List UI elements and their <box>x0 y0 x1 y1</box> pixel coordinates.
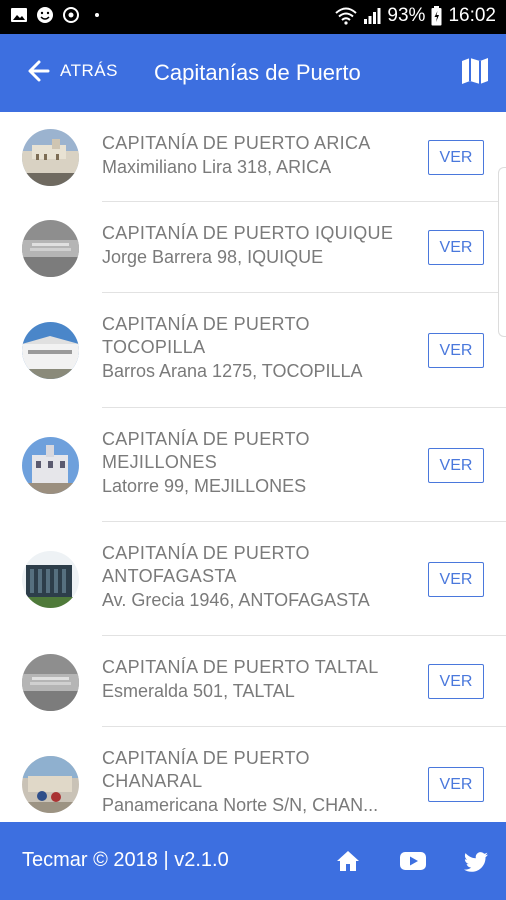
dot-icon <box>95 13 99 17</box>
item-text: CAPITANÍA DE PUERTO TALTAL Esmeralda 501… <box>102 656 412 703</box>
item-title: CAPITANÍA DE PUERTO CHANARAL <box>102 748 310 791</box>
item-address: Av. Grecia 1946, ANTOFAGASTA <box>102 590 370 610</box>
ver-button[interactable]: VER <box>428 767 484 802</box>
port-photo <box>22 322 79 379</box>
item-title: CAPITANÍA DE PUERTO ANTOFAGASTA <box>102 543 310 586</box>
item-address: Jorge Barrera 98, IQUIQUE <box>102 247 324 267</box>
port-photo <box>22 220 79 277</box>
notification-icons <box>10 6 106 24</box>
ver-button[interactable]: VER <box>428 448 484 483</box>
ver-button[interactable]: VER <box>428 664 484 699</box>
item-title: CAPITANÍA DE PUERTO MEJILLONES <box>102 429 310 472</box>
item-address: Panamericana Norte S/N, CHAN... <box>102 795 379 815</box>
item-text: CAPITANÍA DE PUERTO IQUIQUE Jorge Barrer… <box>102 222 412 269</box>
port-photo <box>22 129 79 186</box>
ver-button[interactable]: VER <box>428 140 484 175</box>
list-item[interactable]: CAPITANÍA DE PUERTO MEJILLONES Latorre 9… <box>0 408 506 522</box>
list-item[interactable]: CAPITANÍA DE PUERTO ARICA Maximiliano Li… <box>0 112 506 202</box>
image-icon <box>11 8 27 22</box>
item-title: CAPITANÍA DE PUERTO ARICA <box>102 133 371 153</box>
item-address: Maximiliano Lira 318, ARICA <box>102 157 332 177</box>
home-icon[interactable] <box>333 846 363 876</box>
status-bar: 93% 16:02 <box>0 0 506 34</box>
item-address: Esmeralda 501, TALTAL <box>102 681 295 701</box>
ver-button[interactable]: VER <box>428 562 484 597</box>
item-text: CAPITANÍA DE PUERTO CHANARAL Panamerican… <box>102 747 412 817</box>
port-list: CAPITANÍA DE PUERTO ARICA Maximiliano Li… <box>0 112 506 822</box>
list-item[interactable]: CAPITANÍA DE PUERTO CHANARAL Panamerican… <box>0 727 506 822</box>
port-photo <box>22 437 79 494</box>
twitter-icon[interactable] <box>461 846 491 876</box>
list-item[interactable]: CAPITANÍA DE PUERTO IQUIQUE Jorge Barrer… <box>0 202 506 293</box>
item-text: CAPITANÍA DE PUERTO ARICA Maximiliano Li… <box>102 132 412 179</box>
list-item[interactable]: CAPITANÍA DE PUERTO ANTOFAGASTA Av. Grec… <box>0 522 506 636</box>
port-photo <box>22 551 79 608</box>
youtube-icon[interactable] <box>398 846 428 876</box>
back-label: ATRÁS <box>60 61 118 80</box>
signal-icon <box>364 8 381 24</box>
ver-button[interactable]: VER <box>428 333 484 368</box>
footer: Tecmar © 2018 | v2.1.0 <box>0 822 506 900</box>
item-text: CAPITANÍA DE PUERTO MEJILLONES Latorre 9… <box>102 428 412 498</box>
app-bar: ATRÁS Capitanías de Puerto <box>0 34 506 112</box>
arrow-left-icon <box>28 60 50 82</box>
item-title: CAPITANÍA DE PUERTO IQUIQUE <box>102 223 394 243</box>
item-title: CAPITANÍA DE PUERTO TOCOPILLA <box>102 314 310 357</box>
status-right: 93% 16:02 <box>335 5 496 27</box>
item-text: CAPITANÍA DE PUERTO TOCOPILLA Barros Ara… <box>102 313 412 383</box>
item-title: CAPITANÍA DE PUERTO TALTAL <box>102 657 379 677</box>
wifi-icon <box>335 7 358 25</box>
list-item[interactable]: CAPITANÍA DE PUERTO TALTAL Esmeralda 501… <box>0 636 506 727</box>
face-icon <box>37 7 53 23</box>
sync-icon <box>63 7 79 23</box>
battery-percent: 93% <box>387 5 426 26</box>
item-text: CAPITANÍA DE PUERTO ANTOFAGASTA Av. Grec… <box>102 542 412 612</box>
port-photo <box>22 756 79 813</box>
footer-copyright: Tecmar © 2018 | v2.1.0 <box>22 849 229 871</box>
battery-icon <box>431 6 442 26</box>
port-photo <box>22 654 79 711</box>
page-title: Capitanías de Puerto <box>154 60 361 85</box>
back-button[interactable]: ATRÁS <box>26 58 118 84</box>
list-item[interactable]: CAPITANÍA DE PUERTO TOCOPILLA Barros Ara… <box>0 293 506 408</box>
scroll-indicator[interactable] <box>498 167 506 337</box>
clock: 16:02 <box>448 5 496 26</box>
item-address: Barros Arana 1275, TOCOPILLA <box>102 361 363 381</box>
map-icon[interactable] <box>460 56 490 86</box>
ver-button[interactable]: VER <box>428 230 484 265</box>
item-address: Latorre 99, MEJILLONES <box>102 476 307 496</box>
